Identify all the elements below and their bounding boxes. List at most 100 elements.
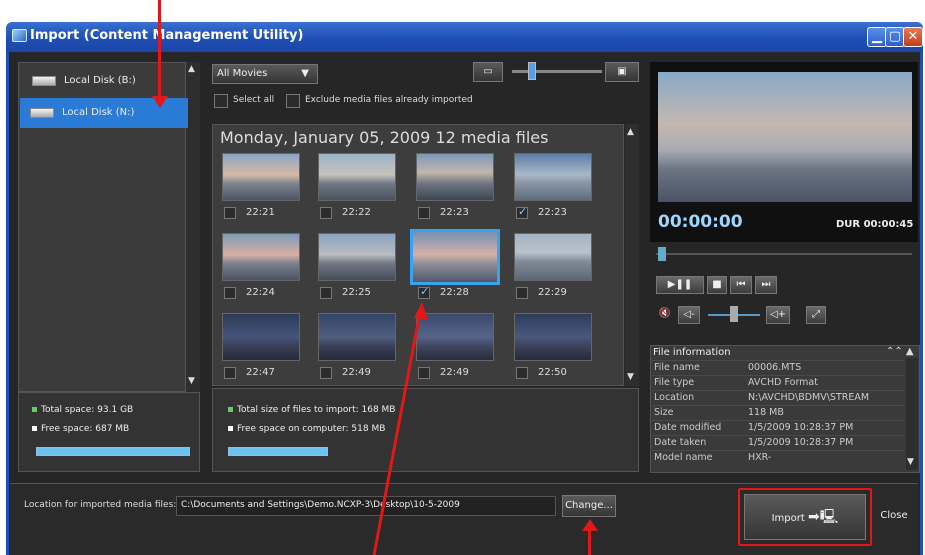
file-info-row: Date taken 1/5/2009 10:28:37 PM (652, 435, 904, 449)
media-time-label: 22:22 (342, 207, 371, 218)
media-thumbnail[interactable] (514, 153, 592, 201)
volume-up-button[interactable]: ◁+ (766, 306, 790, 324)
window-title: Import (Content Management Utility) (30, 28, 304, 43)
media-thumbnail[interactable] (318, 153, 396, 201)
file-info-value: 1/5/2009 10:28:37 PM (748, 437, 854, 448)
exclude-imported-label: Exclude media files already imported (305, 95, 473, 105)
media-time-label: 22:25 (342, 287, 371, 298)
file-info-header: File information (653, 347, 731, 358)
volume-handle[interactable] (730, 306, 738, 322)
thumbnail-size-slider[interactable] (512, 70, 602, 73)
file-info-key: Date modified (654, 422, 722, 433)
file-info-row: File type AVCHD Format (652, 375, 904, 389)
media-checkbox[interactable] (516, 367, 528, 379)
media-checkbox[interactable] (516, 205, 528, 219)
source-item-label: Local Disk (B:) (64, 75, 136, 86)
media-checkbox[interactable] (516, 287, 528, 299)
file-info-row: Size 118 MB (652, 405, 904, 419)
grid-date-header: Monday, January 05, 2009 12 media files (220, 128, 549, 147)
file-info-value: HXR- (748, 452, 772, 463)
file-info-key: Model name (654, 452, 713, 463)
skip-back-icon: ⏮ (736, 279, 746, 290)
slider-handle[interactable] (528, 62, 536, 80)
media-thumbnail[interactable] (222, 313, 300, 361)
close-button[interactable]: Close (876, 504, 912, 530)
stop-icon: ■ (712, 279, 722, 290)
small-thumbnail-button[interactable]: ▭ (473, 62, 503, 82)
close-window-button[interactable]: ✕ (903, 27, 923, 47)
volume-up-icon: ◁+ (769, 309, 787, 320)
media-time-label: 22:23 (440, 207, 469, 218)
file-info-scrollbar[interactable] (906, 358, 918, 470)
scroll-down-icon[interactable]: ▼ (188, 376, 195, 386)
media-thumbnail[interactable] (514, 313, 592, 361)
grid-scrollbar[interactable] (625, 124, 639, 386)
total-space-text: Total space: 93.1 GB (32, 405, 133, 415)
seek-handle[interactable] (658, 247, 666, 261)
maximize-button[interactable]: ▢ (885, 27, 905, 47)
hard-disk-icon (32, 76, 56, 86)
large-thumbnail-button[interactable]: ▣ (605, 62, 639, 82)
exclude-imported-checkbox[interactable] (286, 94, 300, 108)
annotation-arrowhead (582, 519, 598, 531)
annotation-arrow-thumbnail (372, 302, 428, 555)
change-location-button[interactable]: Change... (562, 495, 616, 517)
media-checkbox[interactable] (224, 207, 236, 219)
media-checkbox[interactable] (224, 367, 236, 379)
hard-disk-icon (30, 108, 54, 118)
file-info-value: 00006.MTS (748, 362, 802, 373)
play-pause-icon: ▶❚❚ (667, 279, 693, 290)
preview-frame-image (658, 72, 912, 202)
previous-button[interactable]: ⏮ (730, 276, 752, 294)
file-info-key: File name (654, 362, 700, 373)
media-time-label: 22:49 (440, 367, 469, 378)
source-list-scrollbar[interactable] (186, 62, 200, 392)
media-checkbox[interactable] (224, 287, 236, 299)
media-time-label: 22:23 (538, 207, 567, 218)
duration-label: DUR 00:00:45 (836, 219, 914, 230)
minimize-button[interactable]: ▁ (867, 27, 887, 47)
media-thumbnail[interactable] (222, 233, 300, 281)
media-thumbnail[interactable] (410, 229, 500, 285)
timecode: 00:00:00 (658, 212, 743, 232)
file-info-key: Date taken (654, 437, 707, 448)
mute-icon: 🔇 (658, 308, 672, 319)
media-thumbnail[interactable] (222, 153, 300, 201)
volume-down-button[interactable]: ◁- (678, 306, 700, 324)
stop-button[interactable]: ■ (707, 276, 727, 294)
media-checkbox[interactable] (418, 207, 430, 219)
next-button[interactable]: ⏭ (755, 276, 777, 294)
media-thumbnail[interactable] (318, 233, 396, 281)
file-info-row: Date modified 1/5/2009 10:28:37 PM (652, 420, 904, 434)
play-pause-button[interactable]: ▶❚❚ (656, 276, 704, 294)
disk-space-bar (36, 447, 190, 456)
filmstrip-icon: ▣ (617, 66, 627, 77)
select-all-checkbox[interactable] (214, 94, 228, 108)
source-item-label: Local Disk (N:) (62, 107, 135, 118)
volume-down-icon: ◁- (683, 309, 695, 320)
media-thumbnail[interactable] (416, 153, 494, 201)
scroll-down-icon[interactable]: ▼ (627, 372, 634, 382)
media-checkbox[interactable] (320, 287, 332, 299)
file-info-row: Location N:\AVCHD\BDMV\STREAM (652, 390, 904, 404)
import-button[interactable]: Import ➡🖳 (744, 494, 866, 540)
file-info-key: File type (654, 377, 695, 388)
scroll-down-icon[interactable]: ▼ (907, 457, 914, 467)
seek-bar[interactable] (656, 253, 912, 255)
media-checkbox[interactable] (320, 207, 332, 219)
file-info-value: 1/5/2009 10:28:37 PM (748, 422, 854, 433)
location-label: Location for imported media files: (24, 500, 177, 510)
fullscreen-button[interactable]: ⤢ (806, 306, 826, 324)
media-checkbox[interactable] (320, 367, 332, 379)
media-time-label: 22:21 (246, 207, 275, 218)
media-filter-dropdown[interactable]: All Movies ▼ (212, 64, 318, 84)
scroll-up-icon[interactable]: ▲ (627, 127, 634, 137)
collapse-icon[interactable]: ⌃⌃ ▲ (886, 346, 914, 357)
skip-forward-icon: ⏭ (761, 279, 771, 290)
mute-button[interactable]: 🔇 (656, 306, 674, 324)
select-all-label: Select all (233, 95, 275, 105)
scroll-up-icon[interactable]: ▲ (188, 64, 195, 74)
media-thumbnail[interactable] (514, 233, 592, 281)
file-info-value: N:\AVCHD\BDMV\STREAM (748, 392, 870, 403)
media-checkbox[interactable] (418, 285, 430, 299)
